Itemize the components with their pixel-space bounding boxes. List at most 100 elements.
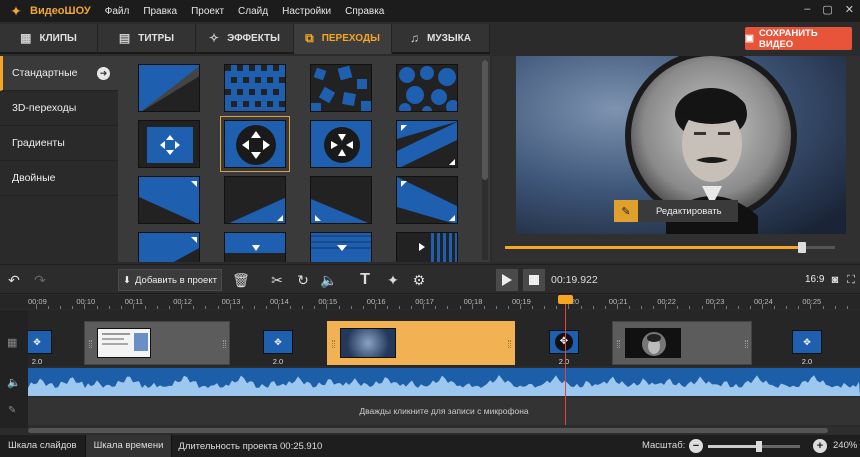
- category-label: Стандартные: [12, 67, 78, 79]
- transition-arrows-icon: ✥: [555, 333, 573, 351]
- ruler-tick-mark: [592, 306, 594, 309]
- transition-thumb[interactable]: [224, 64, 286, 112]
- ruler-tick-mark: [677, 306, 679, 309]
- tab-label: КЛИПЫ: [39, 32, 77, 44]
- tab-transitions[interactable]: ⧉ ПЕРЕХОДЫ: [294, 24, 392, 54]
- rotate-icon[interactable]: ↻: [294, 265, 312, 295]
- fullscreen-icon[interactable]: ⛶: [845, 265, 857, 295]
- transition-thumb[interactable]: [396, 64, 458, 112]
- ruler-tick-mark: [350, 306, 352, 309]
- redo-icon[interactable]: ↷: [32, 265, 48, 295]
- clip-handle[interactable]: [89, 340, 92, 348]
- ruler-tick-mark: [193, 306, 195, 309]
- transition-thumb[interactable]: [310, 232, 372, 262]
- tab-label: ТИТРЫ: [138, 32, 175, 44]
- edit-button[interactable]: ✎ Редактировать: [614, 200, 738, 222]
- time-ruler[interactable]: 00:09 00:10 00:11 00:12 00:13 00:14 00:15 00:16…: [0, 295, 860, 309]
- maximize-icon[interactable]: ▢: [822, 3, 832, 16]
- magic-wand-icon[interactable]: ✦: [384, 265, 402, 295]
- add-to-project-button[interactable]: ⬇ Добавить в проект: [118, 269, 222, 291]
- scissors-icon[interactable]: ✂: [268, 265, 286, 295]
- save-video-button[interactable]: ▣ СОХРАНИТЬ ВИДЕО: [745, 27, 852, 50]
- playhead-handle[interactable]: [558, 295, 573, 304]
- ruler-tick-mark: [132, 304, 134, 309]
- tab-music[interactable]: ♫ МУЗЫКА: [392, 24, 490, 54]
- magic-wand-icon: ✧: [209, 31, 220, 45]
- clip-handle[interactable]: [617, 340, 620, 348]
- timeline-transition[interactable]: ✥ 2.0: [263, 330, 293, 366]
- transition-thumb[interactable]: [138, 120, 200, 168]
- tab-clips[interactable]: ▦ КЛИПЫ: [0, 24, 98, 54]
- clip-handle[interactable]: [223, 340, 226, 348]
- timeline-transition-selected[interactable]: ✥ 2.0: [549, 330, 579, 366]
- gear-icon[interactable]: ⚙: [410, 265, 428, 295]
- ruler-tick-mark: [374, 304, 376, 309]
- undo-icon[interactable]: ↶: [6, 265, 22, 295]
- audio-track[interactable]: [28, 368, 860, 396]
- category-standard[interactable]: Стандартные ➜: [0, 56, 118, 91]
- ruler-tick-mark: [616, 304, 618, 309]
- speaker-track-icon[interactable]: 🔈: [7, 376, 21, 389]
- tab-slide-view[interactable]: Шкала слайдов: [0, 435, 86, 457]
- ruler-tick-mark: [84, 304, 86, 309]
- transitions-grid: [118, 56, 490, 262]
- clip-handle[interactable]: [508, 340, 511, 348]
- transition-thumb[interactable]: [138, 64, 200, 112]
- timeline-scrollbar[interactable]: [28, 427, 860, 434]
- aspect-ratio[interactable]: 16:9: [805, 265, 824, 295]
- app-title: ВидеоШОУ: [30, 5, 91, 17]
- clip-handle[interactable]: [745, 340, 748, 348]
- transition-thumb-selected[interactable]: [220, 116, 290, 172]
- grid-scrollbar[interactable]: [482, 60, 488, 260]
- scrollbar-thumb[interactable]: [28, 428, 828, 433]
- tab-effects[interactable]: ✧ ЭФФЕКТЫ: [196, 24, 294, 54]
- slide-clip-selected[interactable]: [327, 321, 515, 365]
- minimize-icon[interactable]: –: [804, 3, 810, 16]
- trash-icon[interactable]: 🗑: [232, 265, 250, 295]
- stop-button[interactable]: [523, 269, 545, 291]
- menu-settings[interactable]: Настройки: [282, 6, 331, 17]
- transition-thumb[interactable]: [310, 64, 372, 112]
- category-double[interactable]: Двойные: [0, 161, 118, 196]
- zoom-handle[interactable]: [755, 441, 762, 452]
- microphone-track[interactable]: Дважды кликните для записи с микрофона: [28, 397, 860, 425]
- scrollbar-thumb[interactable]: [482, 60, 488, 180]
- transition-thumb[interactable]: [224, 176, 286, 224]
- timeline-transition[interactable]: ✥ 2.0: [792, 330, 822, 366]
- zoom-in-button[interactable]: +: [813, 439, 827, 453]
- transition-thumb[interactable]: [396, 232, 458, 262]
- volume-icon[interactable]: 🔈: [320, 265, 338, 295]
- clip-handle[interactable]: [332, 340, 335, 348]
- playhead[interactable]: [558, 295, 573, 425]
- slide-clip[interactable]: [612, 321, 752, 365]
- slide-clip[interactable]: [84, 321, 230, 365]
- menu-slide[interactable]: Слайд: [238, 6, 268, 17]
- ruler-tick-label: 00:19: [512, 297, 531, 306]
- snapshot-icon[interactable]: ◙: [829, 265, 841, 295]
- menu-help[interactable]: Справка: [345, 6, 384, 17]
- transition-thumb[interactable]: [138, 176, 200, 224]
- tab-label: ЭФФЕКТЫ: [227, 32, 280, 44]
- ruler-tick-label: 00:10: [76, 297, 96, 306]
- preview-progress-slider[interactable]: [505, 242, 835, 253]
- transition-thumb[interactable]: [138, 232, 200, 262]
- category-3d[interactable]: 3D-переходы: [0, 91, 118, 126]
- zoom-out-button[interactable]: −: [689, 439, 703, 453]
- menu-project[interactable]: Проект: [191, 6, 224, 17]
- microphone-track-icon[interactable]: ✎: [8, 405, 16, 416]
- transition-thumb[interactable]: [224, 232, 286, 262]
- menu-file[interactable]: Файл: [105, 6, 130, 17]
- tab-titles[interactable]: ▤ ТИТРЫ: [98, 24, 196, 54]
- transition-thumb[interactable]: [310, 120, 372, 168]
- text-icon[interactable]: T: [356, 265, 374, 295]
- progress-handle[interactable]: [798, 242, 806, 253]
- zoom-slider[interactable]: [708, 441, 800, 452]
- tab-timeline-view[interactable]: Шкала времени: [85, 435, 173, 457]
- transition-thumb[interactable]: [310, 176, 372, 224]
- category-gradients[interactable]: Градиенты: [0, 126, 118, 161]
- close-icon[interactable]: ✕: [845, 3, 854, 16]
- transition-thumb[interactable]: [396, 120, 458, 168]
- play-button[interactable]: [496, 269, 518, 291]
- transition-thumb[interactable]: [396, 176, 458, 224]
- menu-edit[interactable]: Правка: [143, 6, 177, 17]
